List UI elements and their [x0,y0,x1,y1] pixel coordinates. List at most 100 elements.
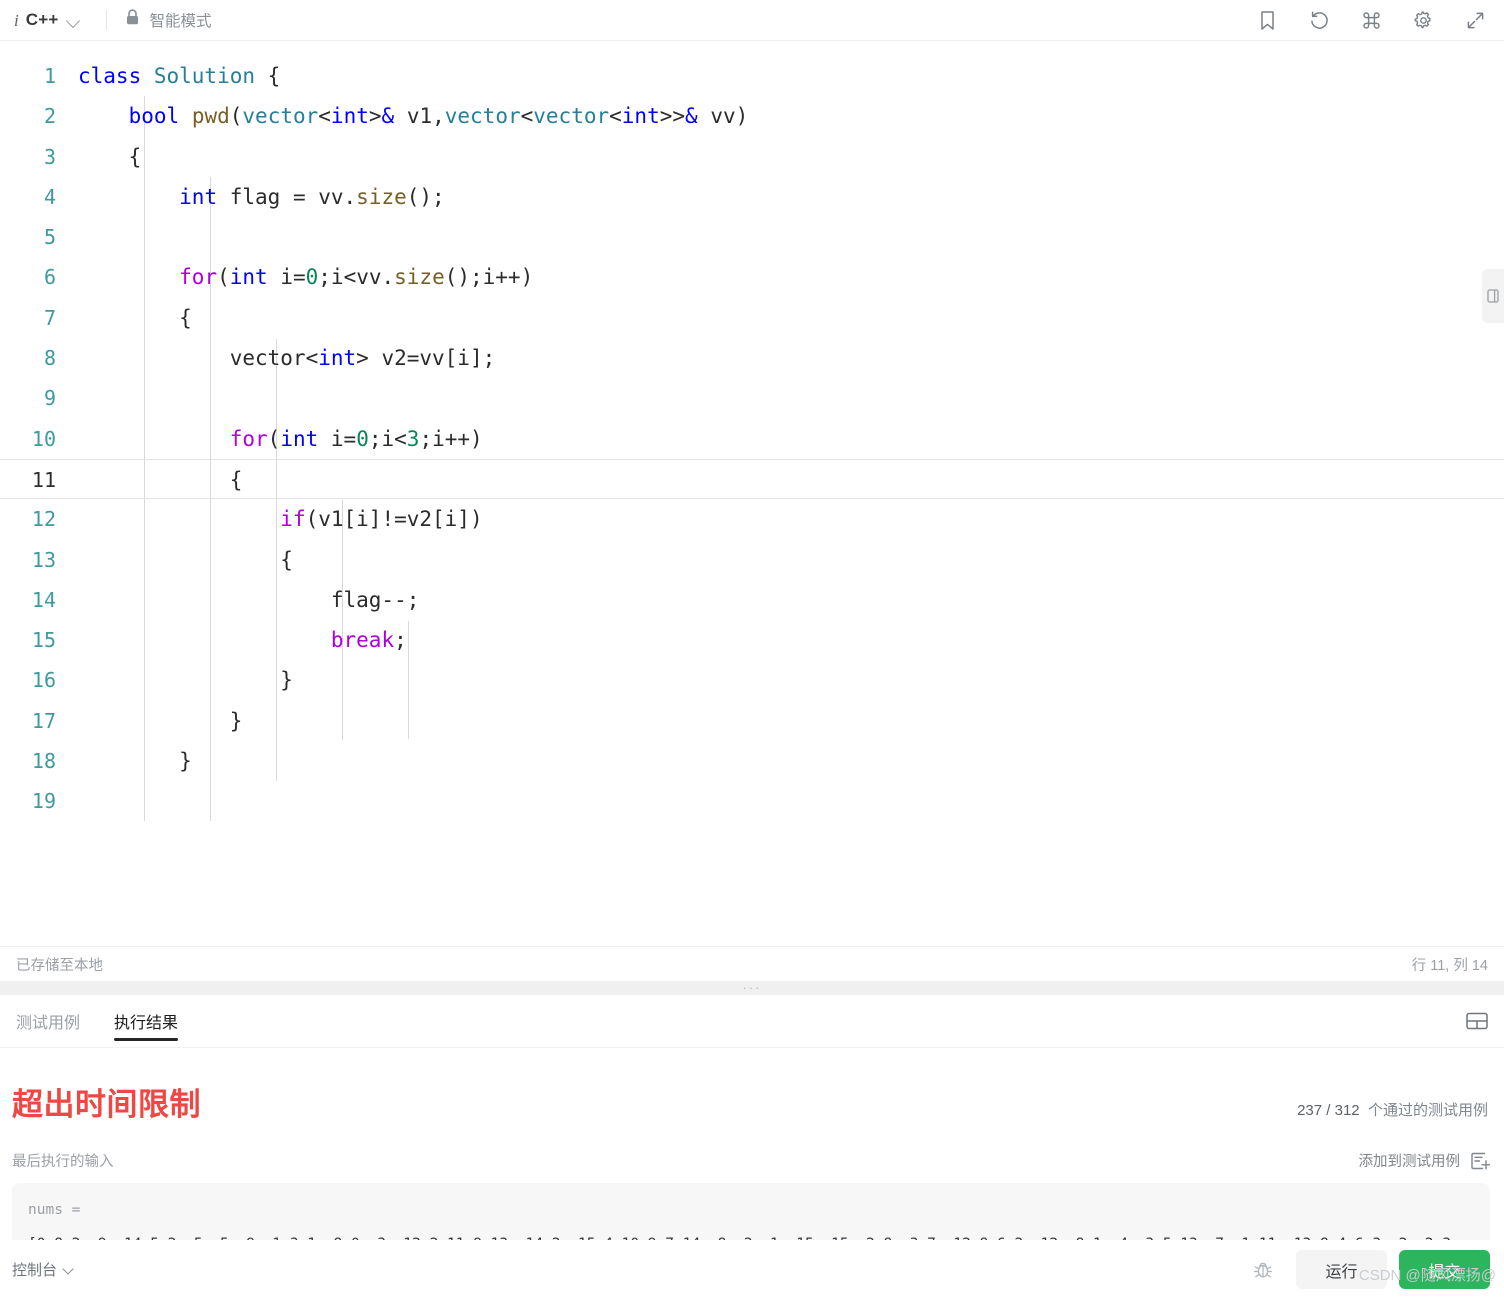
code-text: { [78,144,142,169]
line-number: 2 [43,104,56,129]
code-line[interactable]: 8 vector<int> v2=vv[i]; [0,338,1504,378]
tab-result-label: 执行结果 [114,1015,179,1032]
line-number: 14 [31,587,56,612]
add-to-testcase-label: 添加到测试用例 [1358,1154,1461,1170]
tab-testcases[interactable]: 测试用例 [16,995,80,1048]
code-line[interactable]: 7 { [0,298,1504,338]
code-text: bool pwd(vector<int>& v1,vector<vector<i… [128,104,749,129]
code-text: for(int i=0;i<vv.size();i++) [179,265,534,290]
bookmark-icon[interactable] [1256,9,1278,31]
splitter-dots: ··· [742,980,762,995]
code-line[interactable]: 11 { [0,458,1504,500]
code-line[interactable]: 6 for(int i=0;i<vv.size();i++) [0,257,1504,297]
toolbar-divider [106,10,108,30]
lock-icon [125,9,140,31]
editor-status-bar: 已存储至本地 行 11, 列 14 [0,946,1504,981]
code-text: { [78,467,243,492]
line-number: 1 [43,64,56,88]
code-line[interactable]: 16 } [0,660,1504,700]
line-number: 18 [31,749,56,774]
console-toggle[interactable]: 控制台 [12,1259,75,1280]
code-text: { [78,547,293,572]
code-text: { [78,305,192,330]
input-variable-name: nums = [28,1202,81,1218]
line-number: 3 [43,144,56,169]
line-number: 6 [43,265,56,290]
testcase-summary: 237 / 312 个通过的测试用例 [1297,1099,1488,1120]
code-line[interactable]: 9 [0,378,1504,418]
add-to-testcase-icon [1470,1151,1491,1171]
cases-separator: / [1326,1102,1331,1119]
code-line[interactable]: 10 for(int i=0;i<3;i++) [0,419,1504,459]
code-line[interactable]: 12 if(v1[i]!=v2[i]) [0,499,1504,539]
tab-testcases-label: 测试用例 [16,1015,81,1032]
line-number: 16 [31,668,56,693]
leetcode-editor-page: i C++ 智能模式 1 class Solution {2 bool pwd… [0,0,1504,1299]
code-line[interactable]: 3 { [0,137,1504,177]
submit-button[interactable]: 提交 [1399,1250,1490,1289]
smart-mode-label: 智能模式 [149,13,212,30]
code-text: if(v1[i]!=v2[i]) [280,507,483,532]
chevron-down-icon [64,1264,75,1275]
add-to-testcase-button[interactable]: 添加到测试用例 [1359,1150,1491,1171]
cursor-position-label: 行 11, 列 14 [1411,957,1488,974]
smart-mode-toggle[interactable]: 智能模式 [125,9,211,31]
save-status-label: 已存储至本地 [16,957,103,974]
panel-toggle-icon[interactable] [1482,269,1504,323]
cases-label: 个通过的测试用例 [1367,1102,1488,1119]
code-line[interactable]: 19 [0,781,1504,821]
code-text: flag--; [78,587,420,612]
code-text: vector<int> v2=vv[i]; [78,346,496,371]
code-line[interactable]: 5 [0,217,1504,257]
code-text: int flag = vv.size(); [179,184,445,209]
tab-result[interactable]: 执行结果 [114,995,179,1048]
settings-gear-icon[interactable] [1412,9,1434,31]
panel-splitter[interactable]: ··· [0,981,1504,995]
line-number: 8 [43,346,56,371]
panel-layout-icon[interactable] [1466,1011,1488,1031]
fullscreen-expand-icon[interactable] [1464,9,1486,31]
code-text: break; [330,628,407,653]
info-italic-icon: i [14,10,19,30]
history-revert-icon[interactable] [1308,9,1330,31]
bottom-action-bar: 控制台 运行 提交 [0,1240,1504,1299]
chevron-down-icon [67,14,80,27]
line-number: 15 [31,628,56,653]
command-icon[interactable] [1360,9,1382,31]
code-line[interactable]: 18 } [0,741,1504,781]
code-editor-area[interactable]: 1 class Solution {2 bool pwd(vector<int>&… [0,41,1504,946]
language-selector[interactable]: i C++ [10,8,84,32]
verdict-text: 超出时间限制 [12,1087,201,1122]
editor-toolbar: i C++ 智能模式 [0,0,1504,41]
code-text: } [78,749,192,774]
cases-passed: 237 [1297,1102,1323,1119]
code-line[interactable]: 4 int flag = vv.size(); [0,177,1504,217]
line-number: 11 [31,467,56,492]
code-line[interactable]: 2 bool pwd(vector<int>& v1,vector<vector… [0,96,1504,136]
console-label: 控制台 [12,1262,58,1279]
code-text: for(int i=0;i<3;i++) [229,426,483,451]
verdict-row: 超出时间限制 237 / 312 个通过的测试用例 [0,1048,1504,1124]
last-input-header: 最后执行的输入 添加到测试用例 [0,1124,1504,1171]
toolbar-actions [1256,9,1490,31]
code-line[interactable]: 15 break; [0,620,1504,660]
line-number: 7 [43,305,56,330]
code-text: } [78,708,243,733]
line-number: 12 [31,507,56,532]
code-line[interactable]: 14 flag--; [0,580,1504,620]
code-line[interactable]: 17 } [0,701,1504,741]
line-number: 17 [31,708,56,733]
code-line[interactable]: 13 { [0,540,1504,580]
cases-total: 312 [1334,1102,1360,1119]
code-line[interactable]: 1 class Solution { [0,56,1504,96]
bug-debug-icon[interactable] [1252,1259,1274,1281]
run-button[interactable]: 运行 [1296,1250,1387,1289]
result-tabs: 测试用例 执行结果 [0,995,1504,1048]
line-number: 10 [31,426,56,451]
code-lines[interactable]: 1 class Solution {2 bool pwd(vector<int>&… [0,41,1504,946]
line-number: 9 [43,386,56,411]
line-number: 5 [43,225,56,250]
